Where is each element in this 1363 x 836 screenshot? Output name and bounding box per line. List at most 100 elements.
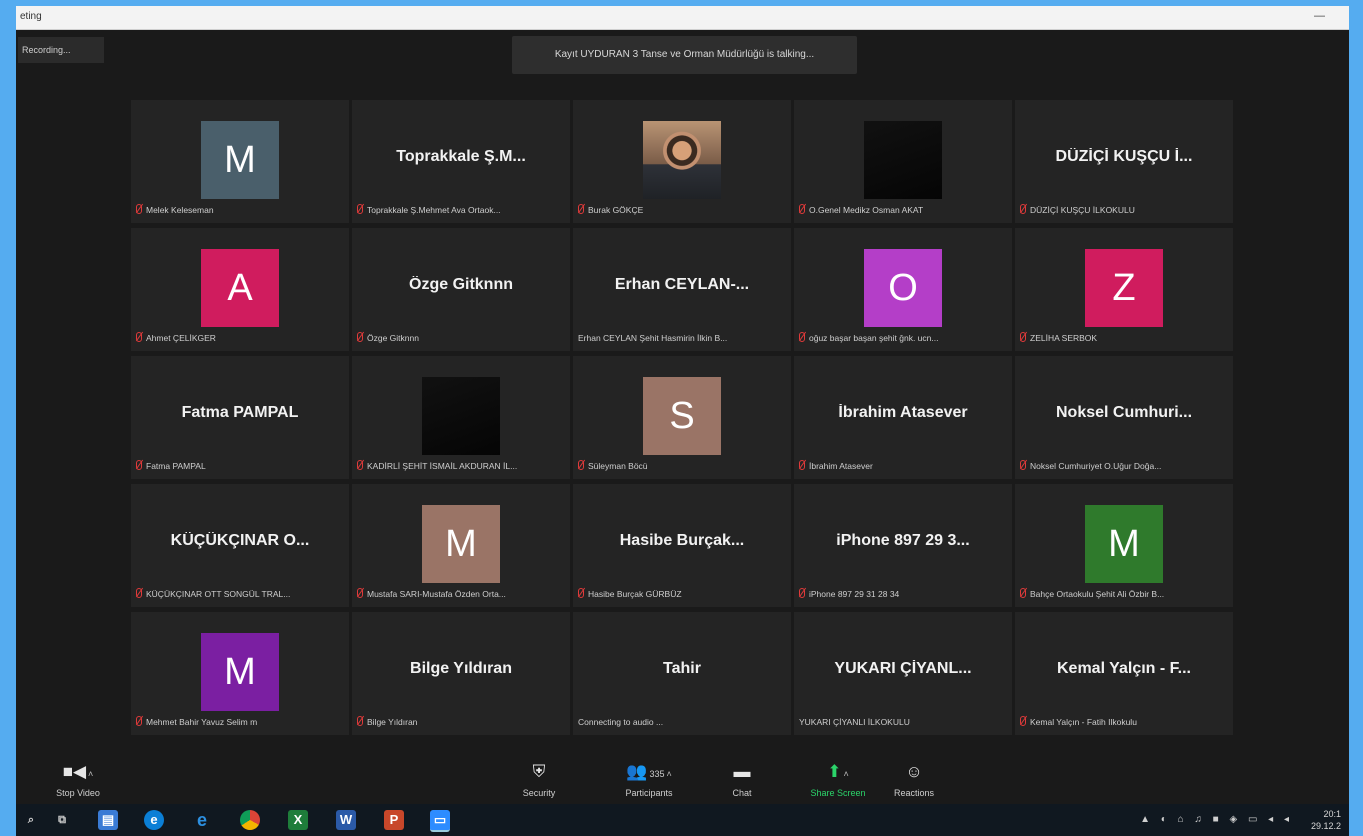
chrome-icon[interactable]: [240, 810, 260, 830]
participant-tile[interactable]: Kemal Yalçın - F... Kemal Yalçın - Fatih …: [1015, 612, 1233, 735]
word-icon[interactable]: W: [336, 810, 356, 830]
minimize-button[interactable]: —: [1314, 10, 1325, 22]
zoom-window: eting — Recording... Kayıt UYDURAN 3 Tan…: [16, 6, 1349, 836]
muted-mic-icon: [357, 204, 363, 214]
participant-name-label: Melek Keleseman: [136, 203, 345, 217]
participant-name-text: Kemal Yalçın - Fatih Ilkokulu: [1030, 717, 1137, 727]
participant-tile[interactable]: KÜÇÜKÇINAR O... KÜÇÜKÇINAR OTT SONGÜL TRA…: [131, 484, 349, 607]
chevron-up-icon[interactable]: ˄: [666, 769, 671, 779]
participant-name-text: Bilge Yıldıran: [367, 717, 418, 727]
recording-indicator: Recording...: [18, 37, 104, 63]
participant-tile[interactable]: Hasibe Burçak... Hasibe Burçak GÜRBÜZ: [573, 484, 791, 607]
participant-name-label: iPhone 897 29 31 28 34: [799, 587, 1008, 601]
participant-tile[interactable]: Özge Gitknnn Özge Gitknnn: [352, 228, 570, 351]
participant-tile[interactable]: İbrahim Atasever İbrahim Atasever: [794, 356, 1012, 479]
share-screen-button[interactable]: ⬆ ˄ Share Screen: [788, 756, 888, 798]
participant-tile[interactable]: Ooğuz başar başan şehit ğnk. ucn...: [794, 228, 1012, 351]
participant-tile[interactable]: Erhan CEYLAN-... Erhan CEYLAN Şehit Hasmi…: [573, 228, 791, 351]
camera-icon: ■◀: [62, 762, 87, 781]
participant-tile[interactable]: M Mustafa SARI-Mustafa Özden Orta...: [352, 484, 570, 607]
participant-tile[interactable]: Tahir Connecting to audio ...: [573, 612, 791, 735]
muted-mic-icon: [799, 204, 805, 214]
search-icon[interactable]: ⌕: [24, 810, 38, 830]
participant-tile[interactable]: KADİRLİ ŞEHİT İSMAİL AKDURAN İL...: [352, 356, 570, 479]
participant-tile[interactable]: YUKARI ÇİYANL... YUKARI ÇİYANLI İLKOKULU: [794, 612, 1012, 735]
muted-mic-icon: [578, 460, 584, 470]
excel-icon[interactable]: X: [288, 810, 308, 830]
participant-name-label: Kemal Yalçın - Fatih Ilkokulu: [1020, 715, 1229, 729]
participant-display-name: Tahir: [663, 660, 701, 677]
participant-name-label: Toprakkale Ş.Mehmet Ava Ortaok...: [357, 203, 566, 217]
muted-mic-icon: [136, 204, 142, 214]
participant-name-label: Hasibe Burçak GÜRBÜZ: [578, 587, 787, 601]
participant-tile[interactable]: DÜZİÇİ KUŞÇU İ... DÜZİÇİ KUŞÇU İLKOKULU: [1015, 100, 1233, 223]
participant-name-text: İbrahim Atasever: [809, 461, 873, 471]
participant-display-name: Bilge Yıldıran: [410, 660, 512, 677]
participant-name-text: Ahmet ÇELİKGER: [146, 333, 216, 343]
clock-time: 20:1: [1323, 809, 1341, 819]
participant-display-name: Noksel Cumhuri...: [1055, 404, 1193, 421]
muted-mic-icon: [799, 588, 805, 598]
task-view-icon[interactable]: ⧉: [52, 810, 72, 830]
shield-icon: ⛨: [532, 762, 546, 781]
participant-name-label: Burak GÖKÇE: [578, 203, 787, 217]
security-button[interactable]: ⛨ Security: [499, 756, 579, 798]
chevron-up-icon[interactable]: ˄: [843, 769, 848, 779]
system-tray-icons[interactable]: ▲ ◐ ⌂ ♫ ■ ◈ ▭ ◂ ◂: [1140, 814, 1293, 825]
muted-mic-icon: [136, 332, 142, 342]
muted-mic-icon: [799, 332, 805, 342]
participant-tile[interactable]: M Mehmet Bahir Yavuz Selim m: [131, 612, 349, 735]
participant-name-text: iPhone 897 29 31 28 34: [809, 589, 900, 599]
participant-tile[interactable]: Burak GÖKÇE: [573, 100, 791, 223]
title-bar: eting —: [16, 6, 1349, 30]
participant-tile[interactable]: Z ZELİHA SERBOK: [1015, 228, 1233, 351]
meeting-toolbar: ■◀ ˄ Stop Video ⛨ Security 👥 335 ˄ Particip…: [16, 756, 1349, 804]
powerpoint-icon[interactable]: P: [384, 810, 404, 830]
participant-video: [643, 121, 721, 199]
participant-name-text: KADİRLİ ŞEHİT İSMAİL AKDURAN İL...: [367, 461, 518, 471]
windows-taskbar: ⌕ ⧉ ▤ e e X W P ▭ ▲ ◐ ⌂ ♫ ■ ◈ ▭ ◂ ◂ 20:1…: [16, 804, 1349, 836]
participant-name-text: Fatma PAMPAL: [146, 461, 206, 471]
participant-name-label: Fatma PAMPAL: [136, 459, 345, 473]
participant-name-label: İbrahim Atasever: [799, 459, 1008, 473]
participant-display-name: Fatma PAMPAL: [181, 404, 299, 421]
chat-button[interactable]: ▬ Chat: [702, 756, 782, 798]
participant-name-text: Bahçe Ortaokulu Şehit Ali Özbir B...: [1030, 589, 1165, 599]
participant-tile[interactable]: M Melek Keleseman: [131, 100, 349, 223]
participant-display-name: DÜZİÇİ KUŞÇU İ...: [1055, 148, 1193, 165]
participant-tile[interactable]: Bilge Yıldıran Bilge Yıldıran: [352, 612, 570, 735]
participant-name-text: Melek Keleseman: [146, 205, 214, 215]
participant-tile[interactable]: iPhone 897 29 3... iPhone 897 29 31 28 34: [794, 484, 1012, 607]
participant-name-text: YUKARI ÇİYANLI İLKOKULU: [799, 717, 910, 727]
participant-tile[interactable]: S Süleyman Böcü: [573, 356, 791, 479]
chevron-up-icon[interactable]: ˄: [88, 769, 93, 779]
participant-name-text: oğuz başar başan şehit ğnk. ucn...: [809, 333, 939, 343]
participant-tile[interactable]: O.Genel Medikz Osman AKAT: [794, 100, 1012, 223]
participant-tile[interactable]: Noksel Cumhuri... Noksel Cumhuriyet O.Uğu…: [1015, 356, 1233, 479]
muted-mic-icon: [357, 716, 363, 726]
participant-display-name: Hasibe Burçak...: [619, 532, 745, 549]
participant-name-label: Ahmet ÇELİKGER: [136, 331, 345, 345]
participant-tile[interactable]: Toprakkale Ş.M... Toprakkale Ş.Mehmet Ava…: [352, 100, 570, 223]
participant-name-text: Connecting to audio ...: [578, 717, 664, 727]
muted-mic-icon: [799, 460, 805, 470]
edge-icon[interactable]: e: [144, 810, 164, 830]
reactions-button[interactable]: ☺ Reactions: [874, 756, 954, 798]
file-explorer-icon[interactable]: ▤: [98, 810, 118, 830]
participant-video: [422, 377, 500, 455]
zoom-app-icon[interactable]: ▭: [430, 810, 450, 832]
muted-mic-icon: [578, 588, 584, 598]
participant-tile[interactable]: A Ahmet ÇELİKGER: [131, 228, 349, 351]
participant-name-label: DÜZİÇİ KUŞÇU İLKOKULU: [1020, 203, 1229, 217]
participant-avatar: M: [1085, 505, 1163, 583]
stop-video-button[interactable]: ■◀ ˄ Stop Video: [38, 756, 118, 798]
participant-display-name: YUKARI ÇİYANL...: [834, 660, 972, 677]
participants-button[interactable]: 👥 335 ˄ Participants: [599, 756, 699, 798]
participant-name-text: Mehmet Bahir Yavuz Selim m: [146, 717, 258, 727]
participant-tile[interactable]: Fatma PAMPAL Fatma PAMPAL: [131, 356, 349, 479]
participant-tile[interactable]: M Bahçe Ortaokulu Şehit Ali Özbir B...: [1015, 484, 1233, 607]
participant-name-label: KADİRLİ ŞEHİT İSMAİL AKDURAN İL...: [357, 459, 566, 473]
clock[interactable]: 20:1 29.12.2: [1311, 808, 1341, 832]
internet-explorer-icon[interactable]: e: [192, 810, 212, 830]
security-label: Security: [522, 788, 556, 798]
